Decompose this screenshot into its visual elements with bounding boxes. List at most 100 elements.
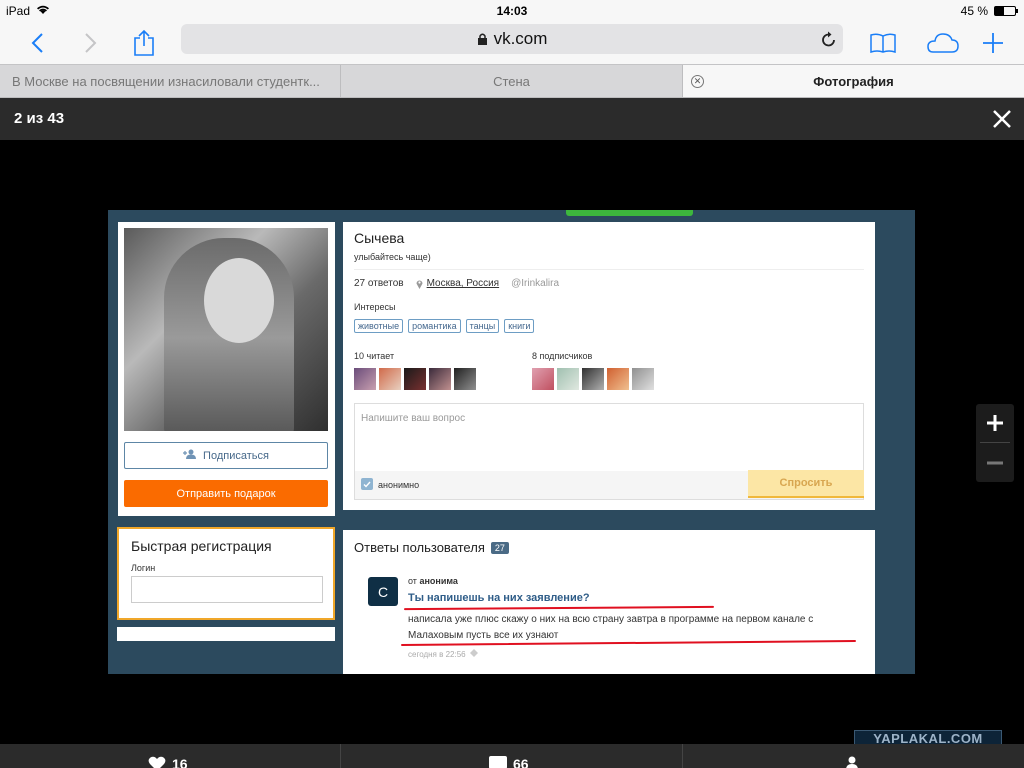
following-label[interactable]: 10 читает <box>354 351 394 361</box>
subscribe-button[interactable]: Подписаться <box>124 442 328 469</box>
status-bar: iPad 14:03 45 % <box>0 0 1024 22</box>
subscribe-label: Подписаться <box>203 449 269 462</box>
url-text: vk.com <box>493 29 548 48</box>
forward-button[interactable] <box>74 26 108 60</box>
address-bar[interactable]: vk.com <box>181 24 843 54</box>
anonymous-avatar: С <box>368 577 398 606</box>
heart-icon <box>148 756 166 768</box>
check-icon <box>363 481 371 488</box>
location-link[interactable]: Москва, Россия <box>416 278 500 289</box>
tag-people-button[interactable] <box>846 744 858 768</box>
send-gift-button[interactable]: Отправить подарок <box>124 480 328 507</box>
avatar[interactable] <box>454 368 476 390</box>
icloud-tabs-button[interactable] <box>922 26 962 60</box>
answers-title: Ответы пользователя <box>354 540 485 555</box>
followers-avatars <box>532 368 654 390</box>
profile-name: Сычева <box>354 230 405 246</box>
tab-wall[interactable]: Стена <box>341 65 683 97</box>
red-underline <box>403 605 715 611</box>
avatar[interactable] <box>379 368 401 390</box>
zoom-out-button[interactable] <box>976 444 1014 482</box>
interest-tag[interactable]: танцы <box>465 319 500 333</box>
answer-time: сегодня в 22:56 <box>408 649 478 659</box>
profile-meta: 27 ответов Москва, Россия @Irinkalira <box>354 278 559 289</box>
lock-icon <box>477 32 488 46</box>
photo-viewer-header: 2 из 43 <box>0 98 1024 140</box>
from-name: анонима <box>419 576 458 586</box>
tab-close-icon[interactable]: ✕ <box>691 75 704 88</box>
tab-article[interactable]: В Москве на посвящении изнасиловали студ… <box>0 65 341 97</box>
answer-text: написала уже плюс скажу о них на всю стр… <box>408 614 814 641</box>
browser-toolbar: vk.com <box>0 22 1024 64</box>
close-button[interactable] <box>990 107 1014 131</box>
new-tab-button[interactable] <box>976 26 1010 60</box>
interest-tag[interactable]: животные <box>354 319 404 333</box>
anonymous-label: анонимно <box>378 480 420 490</box>
profile-picture <box>124 228 328 431</box>
profile-nick: @Irinkalira <box>511 278 560 289</box>
comments-button[interactable]: 66 <box>489 744 529 768</box>
chevron-right-icon <box>85 33 97 53</box>
book-icon <box>870 33 896 54</box>
share-button[interactable] <box>127 26 161 60</box>
profile-status: улыбайтесь чаще) <box>354 252 431 262</box>
zoom-in-button[interactable] <box>976 404 1014 442</box>
question-box: Напишите ваш вопрос анонимно Спросить <box>354 403 864 500</box>
divider <box>354 269 864 270</box>
login-input[interactable] <box>131 576 323 603</box>
bookmarks-button[interactable] <box>866 26 900 60</box>
interests-label: Интересы <box>354 302 396 312</box>
time-text: сегодня в 22:56 <box>408 649 466 659</box>
zoom-controls <box>976 404 1014 482</box>
ask-button[interactable]: Спросить <box>748 470 864 498</box>
avatar[interactable] <box>404 368 426 390</box>
avatar[interactable] <box>607 368 629 390</box>
avatar[interactable] <box>557 368 579 390</box>
likes-count: 16 <box>172 756 188 768</box>
plus-icon <box>987 415 1003 431</box>
tab-photo[interactable]: ✕ Фотография <box>683 65 1024 97</box>
reload-icon[interactable] <box>821 30 837 53</box>
cloud-icon <box>927 33 959 53</box>
share-icon <box>134 29 154 56</box>
comment-icon <box>489 756 507 768</box>
location-pin-icon <box>416 280 423 289</box>
minus-icon <box>987 461 1003 465</box>
interest-tags: животные романтика танцы книги <box>354 319 535 333</box>
comments-count: 66 <box>513 756 529 768</box>
status-right: 45 % <box>961 4 1018 18</box>
interest-tag[interactable]: книги <box>504 319 535 333</box>
answer-question[interactable]: Ты напишешь на них заявление? <box>408 592 590 604</box>
anonymous-checkbox[interactable] <box>361 478 373 490</box>
avatar[interactable] <box>582 368 604 390</box>
like-button[interactable]: 16 <box>148 744 188 768</box>
answers-count-badge: 27 <box>490 541 509 554</box>
clock: 14:03 <box>496 4 528 18</box>
following-avatars <box>354 368 476 390</box>
empty-card <box>117 627 335 641</box>
back-button[interactable] <box>20 26 54 60</box>
plus-icon <box>983 33 1003 53</box>
followers-label[interactable]: 8 подписчиков <box>532 351 592 361</box>
avatar[interactable] <box>532 368 554 390</box>
avatar[interactable] <box>354 368 376 390</box>
interest-tag[interactable]: романтика <box>408 319 461 333</box>
person-icon <box>846 756 858 768</box>
add-user-icon <box>183 449 197 462</box>
avatar[interactable] <box>632 368 654 390</box>
tab-label: В Москве на посвящении изнасиловали студ… <box>12 73 320 89</box>
location-text: Москва, Россия <box>426 278 500 289</box>
battery-icon <box>994 6 1018 16</box>
answers-card: Ответы пользователя 27 С от анонима Ты н… <box>343 530 875 674</box>
diamond-icon <box>469 649 478 659</box>
photo[interactable]: Подписаться Отправить подарок Быстрая ре… <box>108 210 915 674</box>
green-strip <box>566 210 693 216</box>
photo-action-bar: 16 66 <box>0 744 1024 768</box>
tab-label: Стена <box>493 73 530 89</box>
quick-registration-card: Быстрая регистрация Логин <box>117 527 335 620</box>
tab-strip: В Москве на посвящении изнасиловали студ… <box>0 64 1024 98</box>
question-input[interactable]: Напишите ваш вопрос <box>361 413 465 424</box>
chevron-left-icon <box>31 33 43 53</box>
avatar[interactable] <box>429 368 451 390</box>
registration-title: Быстрая регистрация <box>131 538 272 554</box>
